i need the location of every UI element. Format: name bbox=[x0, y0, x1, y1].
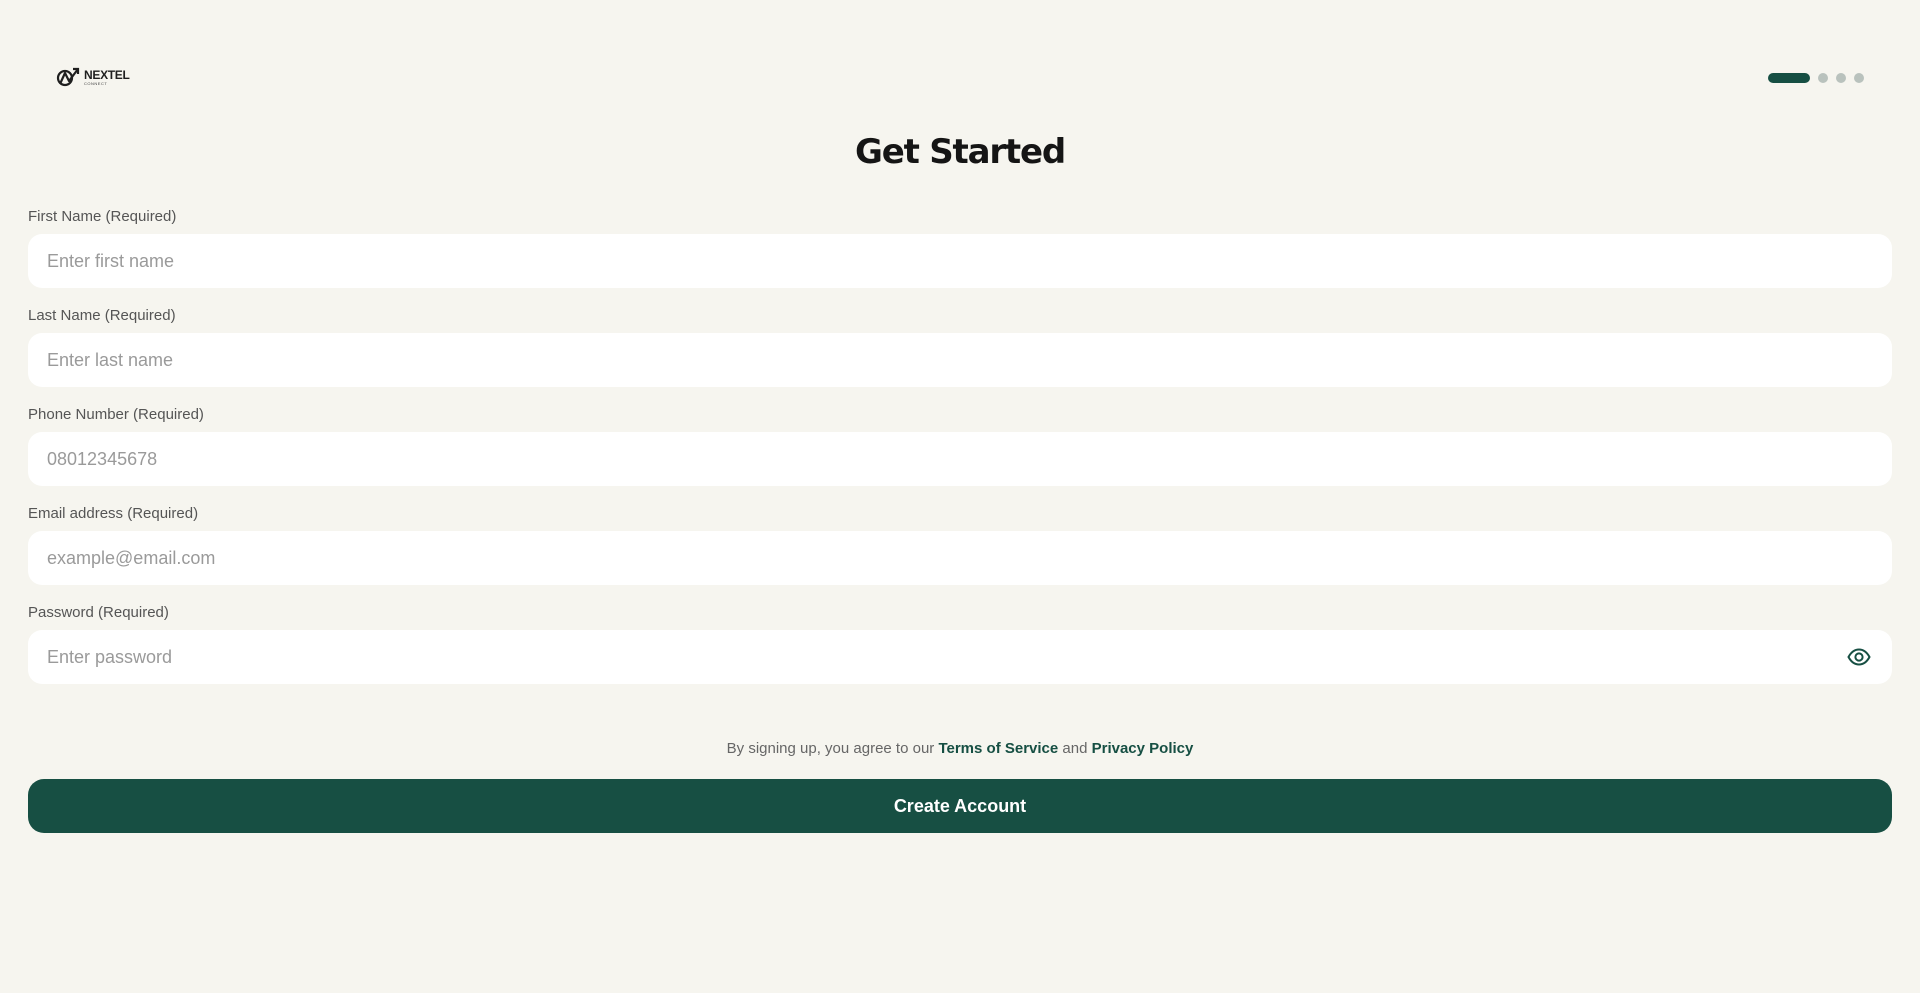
create-account-button[interactable]: Create Account bbox=[28, 779, 1892, 833]
password-field: Password (Required) bbox=[28, 604, 1892, 684]
first-name-input[interactable] bbox=[28, 234, 1892, 288]
brand-subname: CONNECT bbox=[84, 80, 108, 86]
password-input[interactable] bbox=[28, 630, 1892, 684]
first-name-label: First Name (Required) bbox=[28, 208, 177, 225]
email-field: Email address (Required) bbox=[28, 505, 1892, 585]
step-indicator-4 bbox=[1854, 73, 1864, 83]
privacy-policy-link[interactable]: Privacy Policy bbox=[1092, 740, 1194, 757]
last-name-label: Last Name (Required) bbox=[28, 307, 176, 324]
email-input-wrapper bbox=[28, 531, 1892, 585]
last-name-field: Last Name (Required) bbox=[28, 307, 1892, 387]
email-label: Email address (Required) bbox=[28, 505, 199, 522]
signup-page: NEXTEL CONNECT Get Started First Name (R… bbox=[0, 0, 1920, 993]
terms-conjunction: and bbox=[1058, 740, 1092, 757]
eye-icon[interactable] bbox=[1846, 644, 1872, 670]
phone-number-input[interactable] bbox=[28, 432, 1892, 486]
step-progress-indicator bbox=[1768, 73, 1864, 83]
terms-prefix: By signing up, you agree to our bbox=[726, 740, 939, 757]
step-indicator-2 bbox=[1818, 73, 1828, 83]
page-title: Get Started bbox=[855, 132, 1066, 172]
phone-number-label: Phone Number (Required) bbox=[28, 406, 204, 423]
terms-notice: By signing up, you agree to our Terms of… bbox=[28, 740, 1892, 757]
signup-form: First Name (Required) Last Name (Require… bbox=[28, 208, 1892, 703]
step-indicator-1 bbox=[1768, 73, 1810, 83]
brand-logo[interactable]: NEXTEL CONNECT bbox=[56, 67, 130, 87]
brand-name: NEXTEL bbox=[84, 67, 130, 82]
last-name-input-wrapper bbox=[28, 333, 1892, 387]
step-indicator-3 bbox=[1836, 73, 1846, 83]
terms-of-service-link[interactable]: Terms of Service bbox=[938, 740, 1058, 757]
password-input-wrapper bbox=[28, 630, 1892, 684]
first-name-field: First Name (Required) bbox=[28, 208, 1892, 288]
password-label: Password (Required) bbox=[28, 604, 169, 621]
brand-wordmark: NEXTEL CONNECT bbox=[84, 69, 130, 86]
first-name-input-wrapper bbox=[28, 234, 1892, 288]
nextel-logo-icon bbox=[56, 67, 82, 87]
last-name-input[interactable] bbox=[28, 333, 1892, 387]
phone-number-field: Phone Number (Required) bbox=[28, 406, 1892, 486]
email-input[interactable] bbox=[28, 531, 1892, 585]
phone-number-input-wrapper bbox=[28, 432, 1892, 486]
